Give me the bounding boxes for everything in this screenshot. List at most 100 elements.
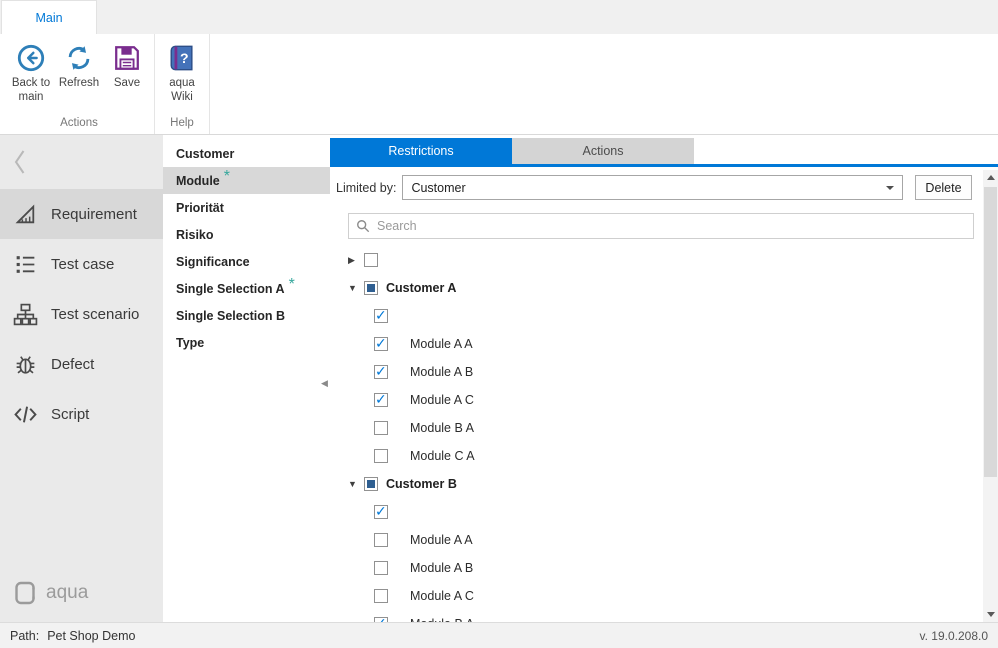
checkbox-checked[interactable] (374, 337, 388, 351)
ribbon-group-actions: Back to mainRefresh Save Actions (4, 34, 155, 134)
sidebar-item-script[interactable]: Script (0, 389, 163, 439)
field-item-customer[interactable]: Customer (163, 140, 330, 167)
sidebar-collapse-button[interactable] (0, 135, 163, 189)
field-item-risiko[interactable]: Risiko (163, 221, 330, 248)
field-item-label: Module (176, 174, 220, 188)
refresh-icon (64, 43, 94, 73)
sidebar-nav: Requirement Test caseTest scenario Defect S… (0, 189, 163, 439)
ribbon-button-row: Back to mainRefresh Save (7, 34, 151, 115)
scroll-down-icon[interactable] (983, 607, 998, 622)
tree-item-customer-a[interactable]: ▼ Customer A (348, 274, 998, 302)
tree-item-customer-b[interactable]: ▼ Customer B (348, 470, 998, 498)
tree-item-module-b-a[interactable]: Module B A (348, 610, 998, 622)
field-item-type[interactable]: Type (163, 329, 330, 356)
checkbox-indeterminate[interactable] (364, 477, 378, 491)
tree-item-blank[interactable] (348, 498, 998, 526)
sidebar-item-test-case[interactable]: Test case (0, 239, 163, 289)
tree-item-module-a-c[interactable]: Module A C (348, 386, 998, 414)
back-to-main-button[interactable]: Back to main (7, 41, 55, 104)
scroll-up-icon[interactable] (983, 170, 998, 185)
checkbox-unchecked[interactable] (364, 253, 378, 267)
sidebar-item-test-scenario[interactable]: Test scenario (0, 289, 163, 339)
tree-item-module-a-b[interactable]: Module A B (348, 554, 998, 582)
ribbon-group-label: Actions (7, 115, 151, 134)
aqua-wiki-button[interactable]: ?aqua Wiki (158, 41, 206, 104)
checkbox-checked[interactable] (374, 505, 388, 519)
tree-item-label: Module A B (410, 561, 473, 575)
tree-item-blank[interactable]: ▶ (348, 246, 998, 274)
field-item-single-selection-b[interactable]: Single Selection B (163, 302, 330, 329)
ribbon-group-help: ?aqua WikiHelp (155, 34, 210, 134)
tree-item-module-a-a[interactable]: Module A A (348, 526, 998, 554)
limited-by-label: Limited by: (336, 181, 396, 195)
limited-by-dropdown[interactable]: Customer (402, 175, 903, 200)
ribbon-button-label: Save (114, 77, 140, 91)
tree-item-module-a-b[interactable]: Module A B (348, 358, 998, 386)
field-item-label: Significance (176, 255, 250, 269)
chevron-left-icon (12, 148, 28, 176)
tree-expander-icon[interactable]: ▼ (348, 479, 364, 489)
ribbon-tab-bar: Main (0, 0, 998, 34)
tree-item-module-a-a[interactable]: Module A A (348, 330, 998, 358)
modified-asterisk-icon: * (224, 168, 230, 186)
ribbon-tab-main[interactable]: Main (1, 0, 97, 34)
path-label: Path: (10, 629, 39, 643)
tree-item-label: Customer A (386, 281, 456, 295)
tree-expander-icon[interactable]: ▼ (348, 283, 364, 293)
tree-item-label: Module C A (410, 449, 475, 463)
checkbox-checked[interactable] (374, 309, 388, 323)
status-bar: Path: Pet Shop Demo v. 19.0.208.0 (0, 622, 998, 648)
field-item-module[interactable]: Module * (163, 167, 330, 194)
path-info: Path: Pet Shop Demo (10, 629, 135, 643)
tree-item-blank[interactable] (348, 302, 998, 330)
sidebar-item-requirement[interactable]: Requirement (0, 189, 163, 239)
checkbox-unchecked[interactable] (374, 421, 388, 435)
sidebar-item-label: Requirement (51, 206, 137, 223)
tree-item-module-a-c[interactable]: Module A C (348, 582, 998, 610)
sidebar: Requirement Test caseTest scenario Defect S… (0, 135, 163, 622)
ribbon-button-row: ?aqua Wiki (158, 34, 206, 115)
field-item-label: Risiko (176, 228, 214, 242)
checkbox-checked[interactable] (374, 617, 388, 622)
ribbon: Back to mainRefreshSaveActions?aqua Wiki… (0, 34, 998, 135)
field-item-priorit-t[interactable]: Priorität (163, 194, 330, 221)
field-item-significance[interactable]: Significance (163, 248, 330, 275)
vertical-scrollbar[interactable] (983, 170, 998, 622)
checkbox-checked[interactable] (374, 393, 388, 407)
checkbox-unchecked[interactable] (374, 449, 388, 463)
checkbox-checked[interactable] (374, 365, 388, 379)
sidebar-item-defect[interactable]: Defect (0, 339, 163, 389)
restriction-tree: ▶▼Customer AModule A AModule A BModule A… (348, 246, 998, 622)
tree-item-module-c-a[interactable]: Module C A (348, 442, 998, 470)
app-window: Main Back to mainRefreshSaveActions?aqua… (0, 0, 998, 648)
panel-tabs: RestrictionsActions (330, 138, 998, 167)
delete-button[interactable]: Delete (915, 175, 972, 200)
tree-item-label: Module B A (410, 617, 474, 622)
field-item-single-selection-a[interactable]: Single Selection A* (163, 275, 330, 302)
checkbox-unchecked[interactable] (374, 589, 388, 603)
tree-item-label: Customer B (386, 477, 457, 491)
aqua-logo: aqua (12, 580, 88, 606)
checkbox-unchecked[interactable] (374, 533, 388, 547)
search-input[interactable] (348, 213, 974, 239)
tab-actions[interactable]: Actions (512, 138, 694, 164)
path-value: Pet Shop Demo (47, 629, 135, 643)
testcase-icon (13, 252, 38, 277)
checkbox-indeterminate[interactable] (364, 281, 378, 295)
refresh-button[interactable]: Refresh (55, 41, 103, 91)
tree-item-module-b-a[interactable]: Module B A (348, 414, 998, 442)
tab-restrictions[interactable]: Restrictions (330, 138, 512, 164)
splitter-collapse-icon[interactable] (321, 378, 328, 389)
version-label: v. 19.0.208.0 (920, 629, 989, 643)
limited-by-value: Customer (411, 181, 465, 195)
tree-expander-icon[interactable]: ▶ (348, 255, 364, 266)
requirement-icon (13, 202, 38, 227)
field-item-label: Single Selection A (176, 282, 285, 296)
sidebar-item-label: Defect (51, 356, 94, 373)
checkbox-unchecked[interactable] (374, 561, 388, 575)
field-item-label: Priorität (176, 201, 224, 215)
save-button[interactable]: Save (103, 41, 151, 91)
scrollbar-thumb[interactable] (984, 187, 997, 477)
aqua-logo-icon (12, 580, 38, 606)
ribbon-button-label: aqua Wiki (158, 77, 206, 104)
